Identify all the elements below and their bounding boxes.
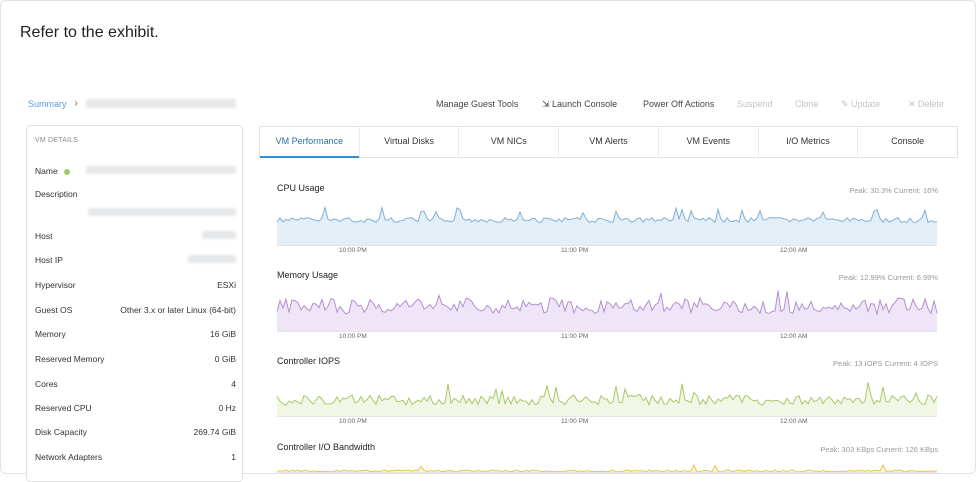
cpu-usage-title: CPU Usage [277, 183, 325, 193]
controller-io-bandwidth-chart [276, 463, 938, 473]
iops-tick-10pm: 10:00 PM [339, 418, 367, 425]
memory-usage-chart [276, 290, 938, 332]
detail-row-host: Host [35, 231, 236, 241]
launch-console-button[interactable]: ⇲ Launch Console [542, 99, 617, 110]
detail-row-reserved-memory: Reserved Memory 0 GiB [35, 354, 236, 364]
detail-row-name: Name [35, 166, 236, 176]
chart-series-line [276, 463, 938, 473]
redacted-vm-name [85, 99, 236, 108]
cpu-tick-12am: 12:00 AM [780, 247, 808, 254]
controller-iops-stats: Peak: 13 IOPS Current: 4 IOPS [832, 359, 938, 368]
status-dot-icon [63, 168, 70, 175]
detail-row-guest-os: Guest OS Other 3.x or later Linux (64-bi… [35, 305, 236, 315]
iops-tick-11pm: 11:00 PM [561, 418, 589, 425]
memory-tick-10pm: 10:00 PM [339, 333, 367, 340]
detail-row-network-adapters: Network Adapters 1 [35, 452, 236, 462]
tab-vm-performance[interactable]: VM Performance [260, 127, 360, 158]
tab-console[interactable]: Console [858, 127, 957, 157]
vm-tab-bar: VM Performance Virtual Disks VM NICs VM … [259, 126, 958, 158]
detail-row-memory: Memory 16 GiB [35, 329, 236, 339]
detail-row-description: Description [35, 189, 78, 199]
chart-area-fill [277, 290, 937, 332]
cpu-usage-chart [276, 205, 938, 246]
breadcrumb-summary-link[interactable]: Summary [28, 99, 67, 109]
cpu-usage-stats: Peak: 30.3% Current: 16% [849, 186, 938, 195]
tab-virtual-disks[interactable]: Virtual Disks [360, 127, 460, 157]
redacted-host-value [202, 231, 236, 239]
breadcrumb: Summary › [28, 98, 236, 109]
suspend-button[interactable]: Suspend [737, 99, 773, 109]
controller-io-bandwidth-title: Controller I/O Bandwidth [277, 442, 376, 452]
detail-row-cores: Cores 4 [35, 379, 236, 389]
detail-row-disk-capacity: Disk Capacity 269.74 GiB [35, 427, 236, 437]
detail-row-host-ip: Host IP [35, 255, 236, 265]
memory-tick-11pm: 11:00 PM [561, 333, 589, 340]
delete-button[interactable]: ✕ Delete [908, 99, 944, 110]
chevron-right-icon: › [74, 98, 78, 109]
tab-io-metrics[interactable]: I/O Metrics [759, 127, 859, 157]
controller-iops-chart [276, 382, 938, 417]
close-icon: ✕ [908, 99, 919, 109]
pencil-icon: ✎ [841, 99, 852, 109]
vm-details-panel: VM DETAILS Name Description Host Host IP… [26, 125, 243, 482]
controller-io-bandwidth-stats: Peak: 303 KBps Current: 126 KBps [820, 445, 938, 454]
power-off-actions-button[interactable]: Power Off Actions [643, 99, 714, 109]
iops-tick-12am: 12:00 AM [780, 418, 808, 425]
manage-guest-tools-button[interactable]: Manage Guest Tools [436, 99, 518, 109]
redacted-host-ip-value [188, 255, 236, 263]
chart-series-line [276, 205, 938, 224]
memory-usage-stats: Peak: 12.99% Current: 6.99% [838, 273, 938, 282]
redacted-name-value [86, 166, 236, 174]
memory-usage-title: Memory Usage [277, 270, 339, 280]
tab-vm-events[interactable]: VM Events [659, 127, 759, 157]
redacted-description-value [88, 208, 236, 216]
tab-vm-nics[interactable]: VM NICs [459, 127, 560, 157]
launch-icon: ⇲ [542, 99, 553, 109]
controller-iops-title: Controller IOPS [277, 356, 341, 366]
detail-row-hypervisor: Hypervisor ESXi [35, 280, 236, 290]
exhibit-prompt: Refer to the exhibit. [20, 24, 159, 41]
memory-tick-12am: 12:00 AM [780, 333, 808, 340]
chart-area-fill [277, 207, 937, 246]
cpu-tick-10pm: 10:00 PM [339, 247, 367, 254]
detail-row-reserved-cpu: Reserved CPU 0 Hz [35, 403, 236, 413]
update-button[interactable]: ✎ Update [841, 99, 880, 110]
cpu-tick-11pm: 11:00 PM [561, 247, 589, 254]
vm-details-title: VM DETAILS [35, 137, 79, 144]
clone-button[interactable]: Clone [795, 99, 819, 109]
tab-vm-alerts[interactable]: VM Alerts [559, 127, 659, 157]
